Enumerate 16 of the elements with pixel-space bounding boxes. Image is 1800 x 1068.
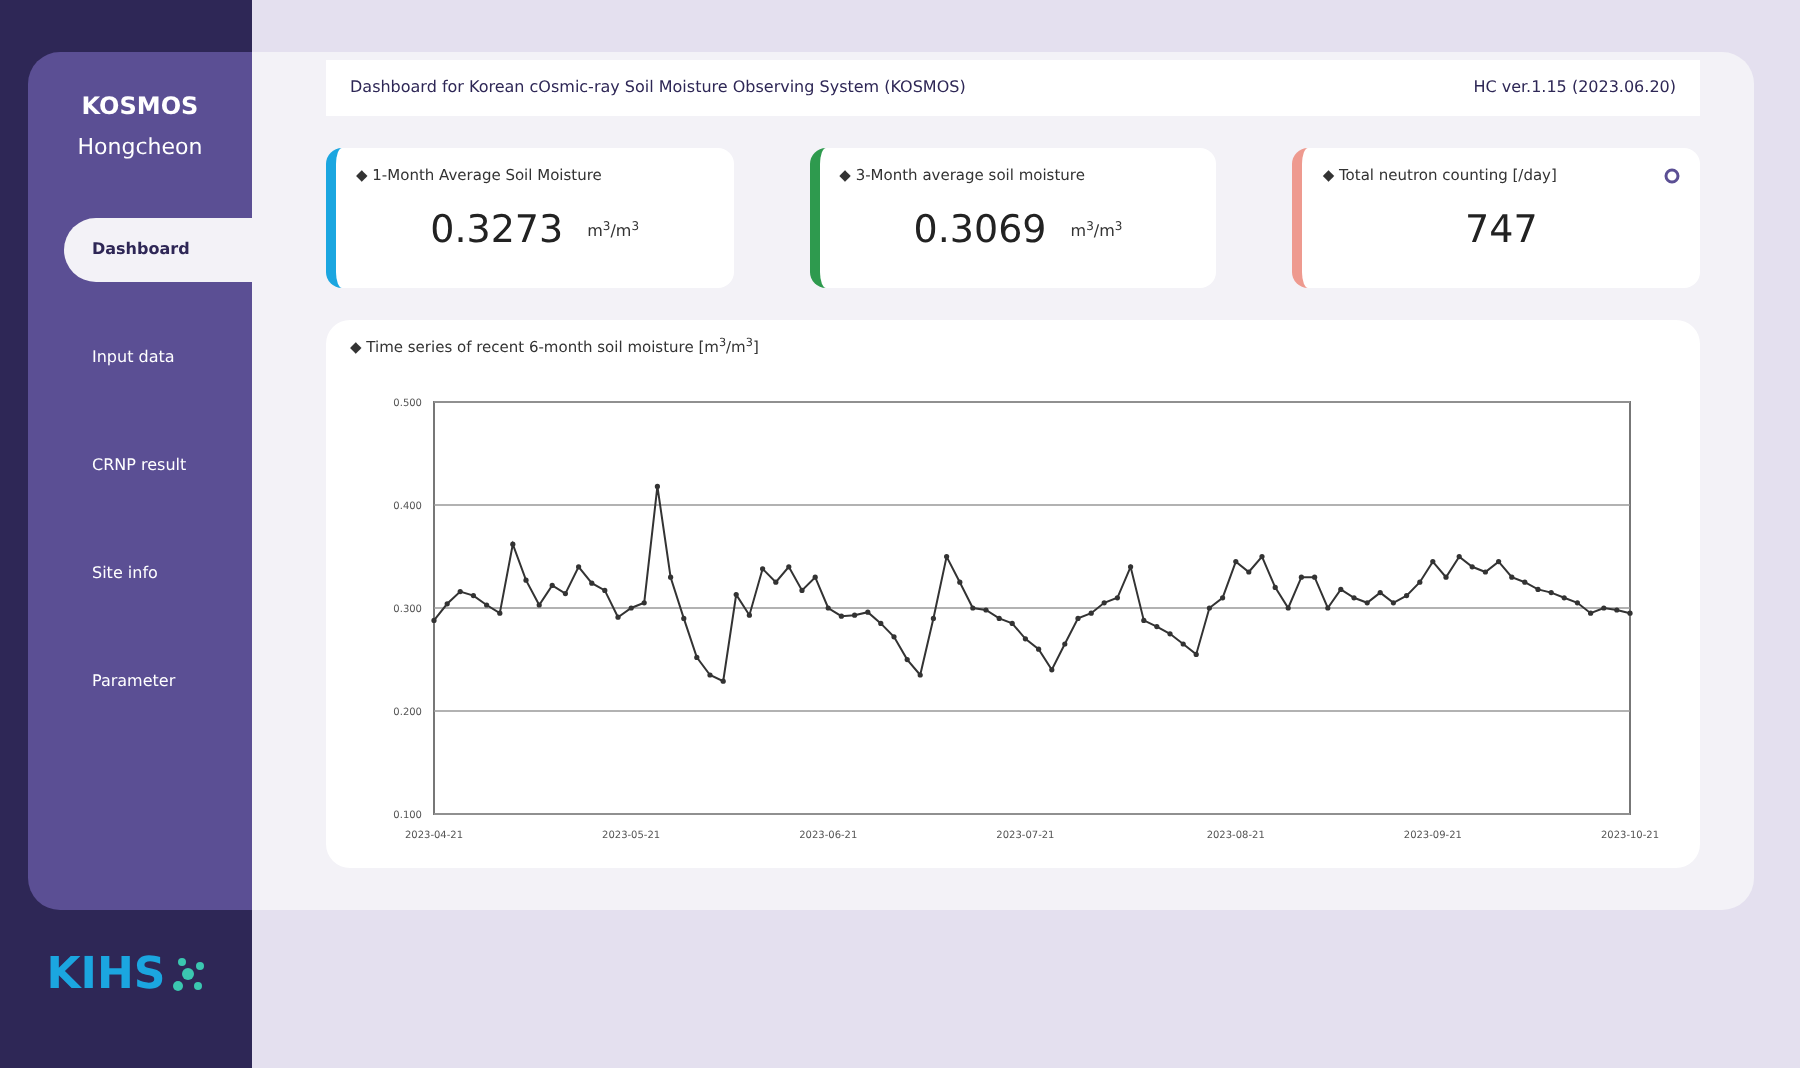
unit-text: m$^{3}$/m$^{3}$ <box>1070 219 1123 243</box>
nav-item[interactable]: CRNP result <box>64 433 252 497</box>
site-name: Hongcheon <box>75 132 205 164</box>
app-title: KOSMOS <box>79 90 201 124</box>
nav-item[interactable]: Parameter <box>64 649 252 713</box>
circle-icon[interactable] <box>1664 168 1681 184</box>
nav-item[interactable]: Input data <box>64 325 252 389</box>
stat-value: 0.3069 <box>913 206 1047 257</box>
version-text: HC ver.1.15 (2023.06.20) <box>1473 76 1676 100</box>
nav-item[interactable]: Site info <box>64 541 252 605</box>
dashboard-title: Dashboard for Korean cOsmic-ray Soil Moisture Observing System (KOSMOS) <box>350 76 966 100</box>
logo-text: KIHS <box>46 948 166 1004</box>
nav-item[interactable]: Dashboard <box>64 217 252 281</box>
stat-value: 747 <box>1465 206 1538 257</box>
unit-text: m$^{3}$/m$^{3}$ <box>587 219 640 243</box>
stat-value: 0.3273 <box>430 206 564 257</box>
